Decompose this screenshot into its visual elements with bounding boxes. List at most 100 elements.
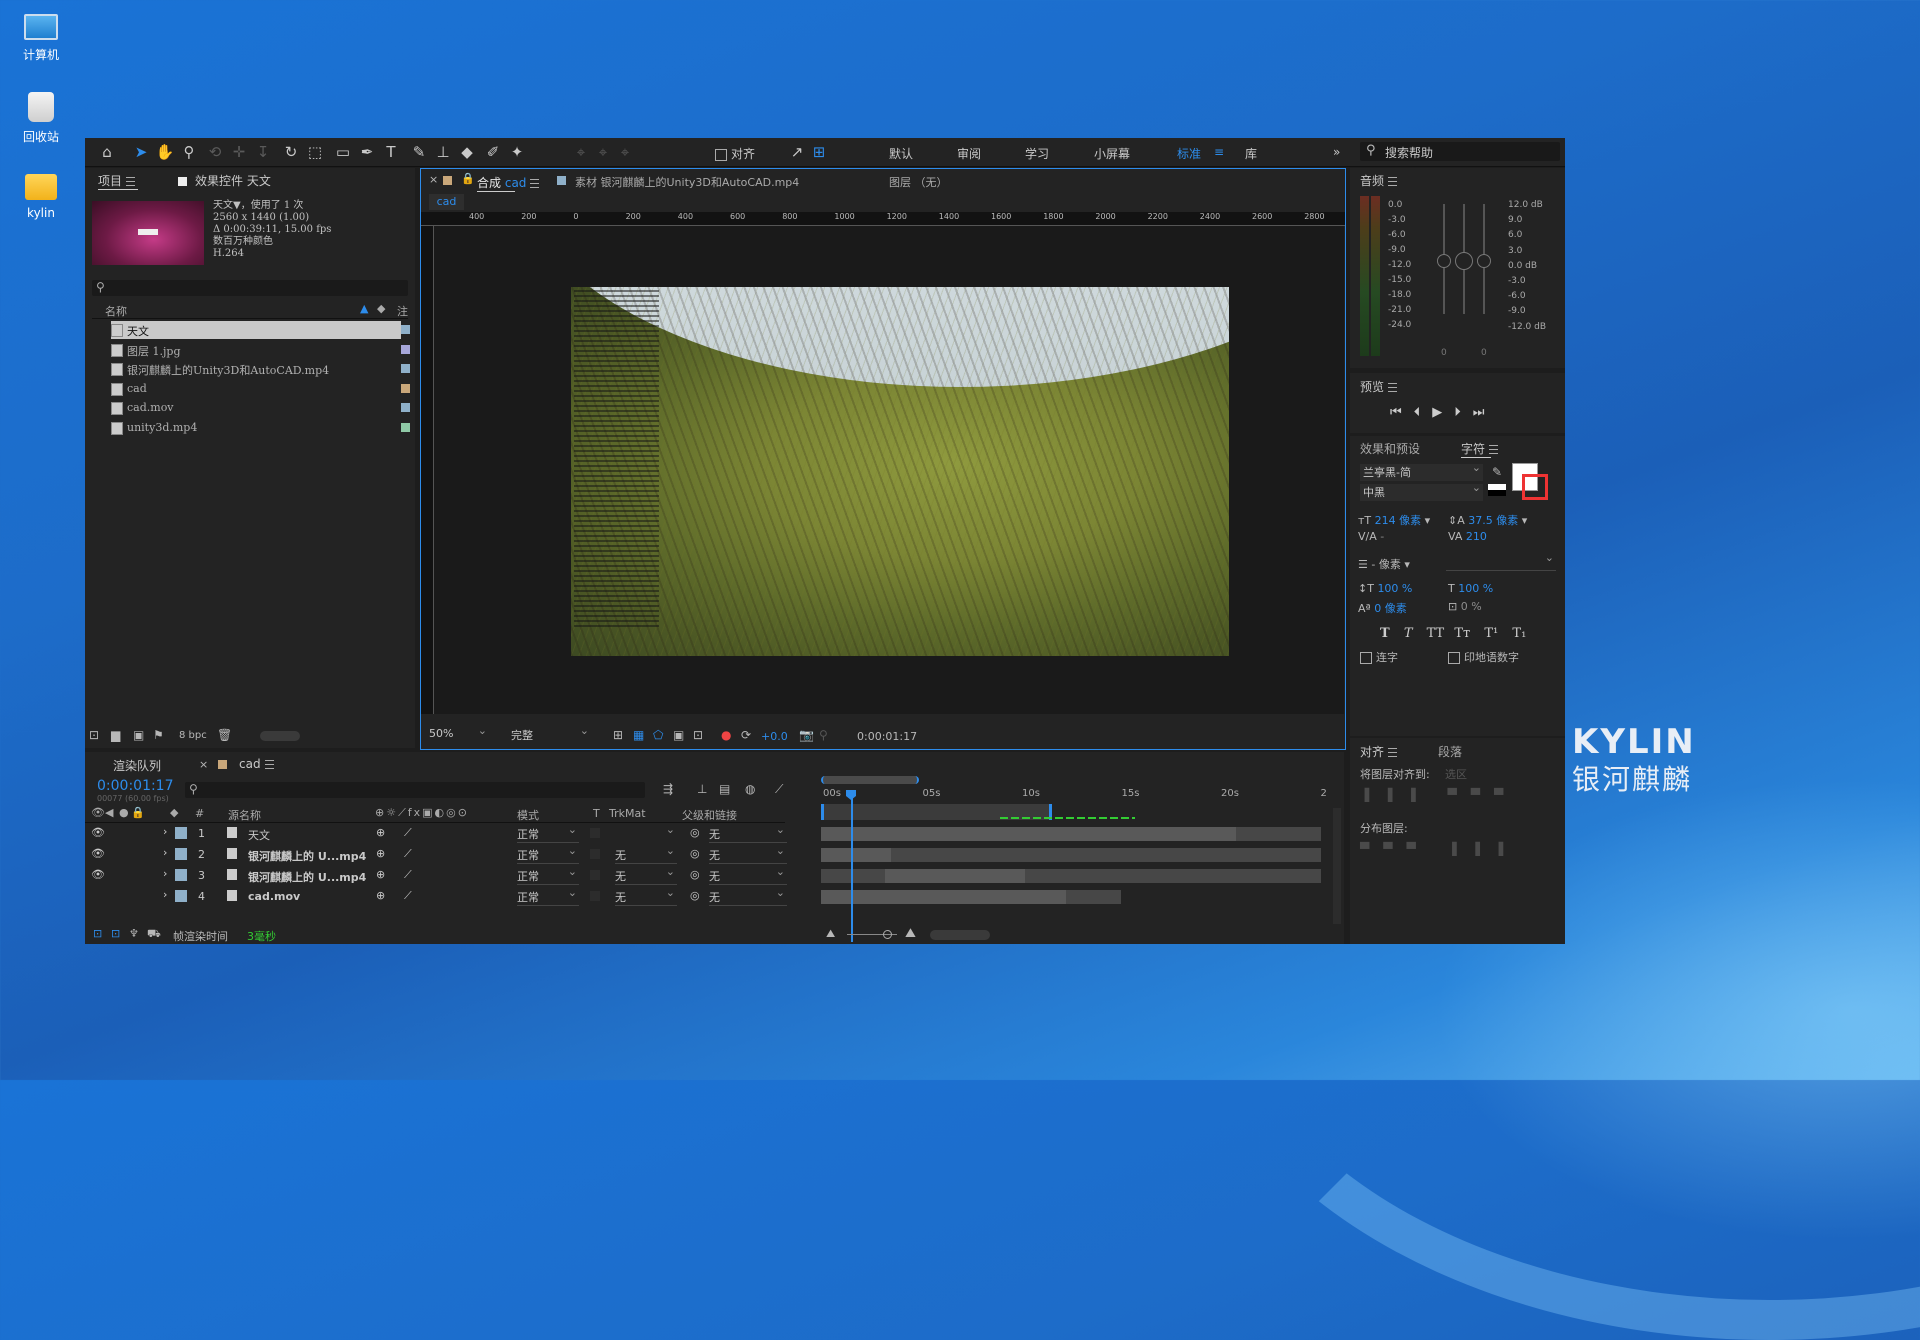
panel-menu-icon[interactable] [264, 760, 274, 769]
eye-icon[interactable]: 👁 [91, 847, 105, 860]
workspace-learn[interactable]: 学习 [1025, 145, 1049, 162]
label-col-icon[interactable]: ◆ [377, 302, 385, 315]
clone-stamp-tool-icon[interactable]: ⊥ [433, 142, 453, 162]
expand-icon[interactable]: › [163, 825, 167, 838]
baseline-shift-field[interactable]: Aª 0 像素 [1358, 600, 1407, 616]
blend-mode-select[interactable]: 正常 [517, 823, 579, 843]
tab-footage[interactable]: 素材 银河麒麟上的Unity3D和AutoCAD.mp4 [575, 174, 799, 190]
timeline-layer-row[interactable]: › 4 cad.mov ⊕ ⟋ 正常 无 ◎ 无 [85, 886, 1330, 907]
current-time-indicator[interactable] [851, 792, 853, 942]
audio-tab[interactable]: 音频 [1360, 172, 1398, 189]
draft-3d-icon[interactable]: ⊥ [697, 782, 707, 796]
interpret-footage-icon[interactable]: ⊡ [89, 728, 99, 742]
audio-slider-left[interactable] [1437, 204, 1451, 314]
col-name[interactable]: 名称 [105, 303, 127, 319]
horizontal-scale-field[interactable]: T 100 % [1448, 582, 1493, 595]
axis-local-icon[interactable]: ⌖ [571, 142, 591, 162]
axis-world-icon[interactable]: ⌖ [593, 142, 613, 162]
play-icon[interactable]: ▶ [1432, 405, 1454, 420]
align-checkbox[interactable] [715, 148, 727, 161]
eraser-tool-icon[interactable]: ◆ [457, 142, 477, 162]
new-comp-icon[interactable]: ▣ [133, 728, 144, 742]
quality-switch-icon[interactable]: ⟋ [404, 826, 412, 840]
parent-select[interactable]: 无 [709, 844, 787, 864]
tab-timeline-comp[interactable]: cad [239, 757, 274, 771]
show-snapshot-icon[interactable]: ⚲ [819, 728, 828, 742]
col-mode[interactable]: 模式 [517, 807, 539, 823]
workspace-review[interactable]: 审阅 [957, 145, 981, 162]
label-color-swatch[interactable] [401, 344, 410, 354]
selection-tool-icon[interactable]: ➤ [131, 142, 151, 162]
last-frame-icon[interactable]: ⏭ [1473, 405, 1497, 420]
timeline-layer-row[interactable]: 👁 › 3 银河麒麟上的 U...mp4 ⊕ ⟋ 正常 无 ◎ 无 [85, 865, 1330, 886]
col-trkmat[interactable]: TrkMat [609, 807, 646, 820]
pan-tool-icon[interactable]: ✛ [229, 142, 249, 162]
safe-zones-icon[interactable]: ⊞ [613, 728, 623, 742]
faux-bold-button[interactable]: T [1380, 626, 1390, 641]
mask-visibility-icon[interactable]: ⬠ [653, 728, 663, 742]
new-folder-icon[interactable]: ▆ [111, 728, 120, 742]
font-size-field[interactable]: ᴛT 214 像素 ▾ [1358, 512, 1430, 528]
comp-mini-flowchart-icon[interactable]: ⇶ [663, 782, 673, 796]
fill-stroke-swatch[interactable] [1488, 484, 1506, 496]
roto-brush-tool-icon[interactable]: ✐ [483, 142, 503, 162]
snapshot-icon[interactable]: 📷 [799, 728, 814, 742]
layer-name[interactable]: 天文 [248, 827, 270, 843]
collapse-switch-icon[interactable]: ⊕ [376, 826, 385, 839]
desktop-icon-folder[interactable]: kylin [6, 174, 76, 220]
expand-icon[interactable]: › [163, 888, 167, 901]
leading-field[interactable]: ⇕A 37.5 像素 ▾ [1448, 512, 1527, 528]
project-item[interactable]: unity3d.mp4 [111, 419, 410, 437]
pick-whip-icon[interactable]: ◎ [690, 847, 700, 860]
close-icon[interactable]: × [429, 173, 438, 186]
hindi-digits-checkbox[interactable] [1448, 652, 1460, 664]
tab-effects-presets[interactable]: 效果和预设 [1360, 440, 1420, 457]
col-parent[interactable]: 父级和链接 [682, 807, 737, 823]
small-caps-button[interactable]: Tт [1454, 626, 1470, 641]
align-to-select[interactable]: 选区 [1445, 766, 1467, 782]
preserve-transparency-box[interactable] [590, 849, 600, 859]
trkmat-select[interactable]: 无 [615, 865, 677, 885]
layer-label-color[interactable] [175, 869, 187, 881]
desktop-icon-computer[interactable]: 计算机 [6, 14, 76, 63]
quality-select[interactable]: 完整 [511, 724, 591, 744]
layer-switches-icon[interactable]: ⊡ [93, 927, 102, 940]
frame-blending-icon[interactable]: ◍ [745, 782, 755, 796]
comp-timecode[interactable]: 0:00:01:17 [857, 730, 917, 743]
timeline-search-input[interactable]: ⚲ [185, 782, 645, 798]
workspace-small-screen[interactable]: 小屏幕 [1094, 145, 1130, 162]
project-item[interactable]: cad [111, 380, 410, 398]
eye-icon[interactable]: 👁 [91, 826, 105, 839]
layer-duration-bar[interactable] [885, 869, 1025, 883]
zoom-tool-icon[interactable]: ⚲ [179, 142, 199, 162]
panel-menu-icon[interactable] [1388, 748, 1398, 757]
project-item[interactable]: 天文 [111, 321, 410, 339]
kerning-field[interactable]: V/A - [1358, 530, 1384, 543]
layer-name[interactable]: cad.mov [248, 890, 300, 903]
ligatures-checkbox[interactable] [1360, 652, 1372, 664]
rotate-tool-icon[interactable]: ↻ [281, 142, 301, 162]
layer-duration-bar[interactable] [821, 890, 1066, 904]
panel-menu-icon[interactable] [1388, 177, 1398, 186]
col-note[interactable]: 注 [397, 303, 408, 319]
render-flow-icon[interactable]: ⚑ [153, 728, 164, 742]
subscript-button[interactable]: T₁ [1512, 626, 1526, 641]
tab-comp[interactable]: 合成 cad [477, 174, 540, 191]
panel-menu-icon[interactable] [1489, 445, 1499, 454]
trkmat-select[interactable] [615, 823, 677, 843]
collapse-switch-icon[interactable]: ⊕ [376, 889, 385, 902]
audio-slider-master[interactable] [1455, 204, 1473, 314]
axis-view-icon[interactable]: ⌖ [615, 142, 635, 162]
layer-name[interactable]: 银河麒麟上的 U...mp4 [248, 869, 366, 885]
stroke-width-field[interactable]: ☰ - 像素 ▾ [1358, 556, 1410, 572]
puppet-tool-icon[interactable]: ✦ [507, 142, 527, 162]
font-family-select[interactable]: 兰亭黑-简 [1360, 461, 1483, 481]
time-ruler[interactable]: 00s 05s 10s 15s 20s 2 [821, 788, 1327, 804]
snap-icon[interactable]: ↗ [787, 142, 807, 162]
tsume-field[interactable]: ⊡ 0 % [1448, 600, 1482, 613]
eye-icon[interactable]: 👁 [91, 868, 105, 881]
parent-select[interactable]: 无 [709, 865, 787, 885]
grid-icon[interactable]: ▦ [633, 728, 644, 742]
camera-tool-icon[interactable]: ⬚ [305, 142, 325, 162]
brush-tool-icon[interactable]: ✎ [409, 142, 429, 162]
